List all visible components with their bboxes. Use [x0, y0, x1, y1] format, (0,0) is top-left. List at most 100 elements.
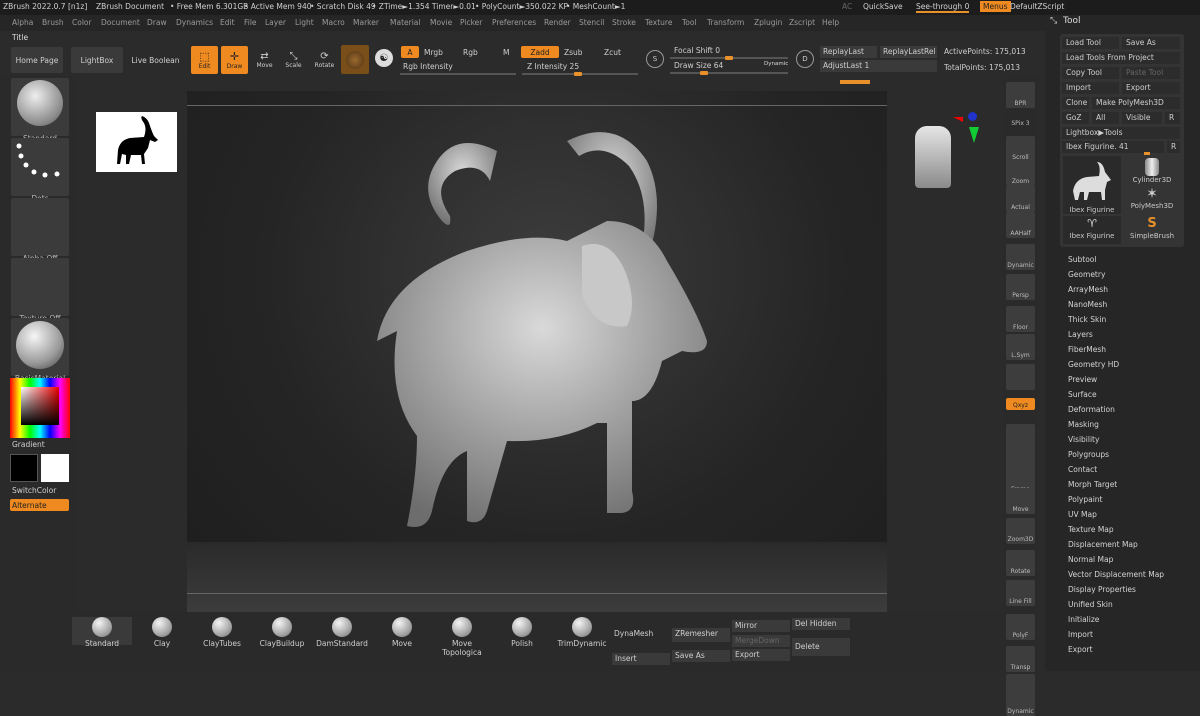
shelf-scroll-button[interactable]: Scroll	[1006, 136, 1035, 162]
tool-item-uv-map[interactable]: UV Map	[1068, 510, 1097, 519]
tool-item-masking[interactable]: Masking	[1068, 420, 1099, 429]
menu-light[interactable]: Light	[295, 18, 314, 27]
tool-item-polygroups[interactable]: Polygroups	[1068, 450, 1109, 459]
goz-button[interactable]: GoZ	[1062, 112, 1089, 124]
load-tools-from-project-button[interactable]: Load Tools From Project	[1062, 52, 1180, 64]
draw-size-thumb[interactable]	[700, 71, 708, 75]
shelf-bpr-button[interactable]: BPR	[1006, 82, 1035, 108]
shelf-qxyz-button[interactable]: Qxyz	[1006, 398, 1035, 410]
menu-material[interactable]: Material	[390, 18, 420, 27]
a-button[interactable]: A	[401, 46, 419, 58]
zadd-button[interactable]: Zadd	[521, 46, 559, 58]
tool-item-geometry-hd[interactable]: Geometry HD	[1068, 360, 1119, 369]
tool-thumb-cylinder[interactable]: Cylinder3D	[1124, 156, 1180, 186]
default-zscript[interactable]: DefaultZScript	[1010, 2, 1064, 11]
texture-selector[interactable]: Texture Off	[11, 258, 69, 323]
draw-button[interactable]: ✛ Draw	[221, 46, 248, 74]
menu-draw[interactable]: Draw	[147, 18, 167, 27]
load-tool-button[interactable]: Load Tool	[1062, 37, 1119, 49]
alpha-selector[interactable]: Alpha Off	[11, 198, 69, 263]
tool-item-deformation[interactable]: Deformation	[1068, 405, 1115, 414]
rgb-button[interactable]: Rgb	[463, 48, 478, 57]
focal-s-icon[interactable]: S	[646, 50, 664, 68]
menu-zscript[interactable]: Zscript	[789, 18, 815, 27]
live-boolean-button[interactable]: Live Boolean	[128, 47, 183, 73]
scale-button[interactable]: ⤡ Scale	[280, 46, 307, 74]
tool-item-fibermesh[interactable]: FiberMesh	[1068, 345, 1106, 354]
zremesher-button[interactable]: ZRemesher	[672, 628, 730, 642]
tool-item-thick-skin[interactable]: Thick Skin	[1068, 315, 1106, 324]
save-as-button[interactable]: Save As	[1122, 37, 1180, 49]
shelf-view-tool-button[interactable]	[1006, 364, 1035, 390]
insert-button[interactable]: Insert	[612, 653, 670, 665]
z-intensity-slider[interactable]: Z Intensity 25	[527, 62, 579, 71]
primary-color-swatch[interactable]	[10, 454, 38, 482]
brush-polish[interactable]: Polish	[492, 617, 552, 648]
copy-tool-button[interactable]: Copy Tool	[1062, 67, 1119, 79]
draw-size-track[interactable]	[670, 71, 788, 75]
brush-claytubes[interactable]: ClayTubes	[192, 617, 252, 648]
tool-item-morph-target[interactable]: Morph Target	[1068, 480, 1117, 489]
make-polymesh3d-button[interactable]: Make PolyMesh3D	[1092, 97, 1180, 109]
del-hidden-button[interactable]: Del Hidden	[792, 618, 850, 630]
shelf-spix-3-button[interactable]: SPix 3	[1006, 116, 1035, 128]
switch-color-button[interactable]: SwitchColor	[12, 486, 56, 495]
tool-item-geometry[interactable]: Geometry	[1068, 270, 1105, 279]
replay-last-button[interactable]: ReplayLast	[820, 46, 877, 58]
current-tool-thumb[interactable]	[1144, 152, 1150, 155]
lightbox-button[interactable]: LightBox	[71, 47, 123, 73]
shelf-persp-button[interactable]: Persp	[1006, 274, 1035, 300]
alternate-button[interactable]: Alternate	[10, 499, 69, 511]
clone-button[interactable]: Clone	[1062, 97, 1089, 109]
menu-color[interactable]: Color	[72, 18, 92, 27]
menu-texture[interactable]: Texture	[645, 18, 672, 27]
tool-pin-icon[interactable]: ⤡	[1050, 16, 1057, 26]
tool-item-texture-map[interactable]: Texture Map	[1068, 525, 1114, 534]
tool-item-import[interactable]: Import	[1068, 630, 1093, 639]
tool-thumb-ibex-small[interactable]: ♈ Ibex Figurine	[1063, 216, 1121, 244]
menu-document[interactable]: Document	[101, 18, 140, 27]
tool-thumb-polymesh[interactable]: ✶ PolyMesh3D	[1124, 186, 1180, 216]
ibex-model[interactable]	[187, 91, 887, 612]
shelf-dynamic-button[interactable]: Dynamic	[1006, 244, 1035, 270]
material-preview-button[interactable]	[341, 45, 369, 74]
move-button[interactable]: ⇄ Move	[251, 46, 278, 74]
see-through-slider[interactable]: See-through 0	[916, 2, 970, 13]
home-page-button[interactable]: Home Page	[11, 47, 63, 73]
brush-move[interactable]: Move	[372, 617, 432, 648]
mrgb-button[interactable]: Mrgb	[424, 48, 443, 57]
menu-dynamics[interactable]: Dynamics	[176, 18, 213, 27]
lightbox-tools-button[interactable]: Lightbox▶Tools	[1062, 127, 1180, 139]
tool-item-nanomesh[interactable]: NanoMesh	[1068, 300, 1107, 309]
material-selector[interactable]: BasicMaterial	[11, 318, 69, 383]
menu-transform[interactable]: Transform	[707, 18, 744, 27]
shelf-zoom-button[interactable]: Zoom	[1006, 160, 1035, 186]
m-button[interactable]: M	[503, 48, 509, 57]
z-intensity-thumb[interactable]	[574, 72, 582, 76]
import-button[interactable]: Import	[1062, 82, 1119, 94]
shelf-l-sym-button[interactable]: L.Sym	[1006, 334, 1035, 360]
tool-thumb-simplebrush[interactable]: S SimpleBrush	[1124, 216, 1180, 244]
shelf-move-button[interactable]: Move	[1006, 488, 1035, 514]
shelf-zoom3d-button[interactable]: Zoom3D	[1006, 518, 1035, 544]
z-intensity-track[interactable]	[522, 72, 638, 76]
tool-panel-title[interactable]: Tool	[1063, 16, 1080, 26]
tool-item-polypaint[interactable]: Polypaint	[1068, 495, 1103, 504]
menu-tool[interactable]: Tool	[682, 18, 697, 27]
shelf-rotate-button[interactable]: Rotate	[1006, 550, 1035, 576]
color-square[interactable]	[21, 387, 59, 425]
bottom-save-as-button[interactable]: Save As	[672, 650, 730, 662]
d-icon[interactable]: D	[796, 50, 814, 68]
viewport-canvas[interactable]	[187, 91, 979, 612]
menus-button[interactable]: Menus	[980, 1, 1011, 12]
focal-shift-slider[interactable]: Focal Shift 0	[674, 46, 720, 55]
dynamic-toggle[interactable]: Dynamic	[764, 61, 788, 67]
menu-macro[interactable]: Macro	[322, 18, 345, 27]
rotate-button[interactable]: ⟳ Rotate	[311, 46, 338, 74]
rgb-intensity-slider[interactable]: Rgb Intensity	[403, 62, 453, 71]
shelf-line-fill-button[interactable]: Line Fill	[1006, 580, 1035, 606]
menu-stroke[interactable]: Stroke	[612, 18, 636, 27]
draw-size-slider[interactable]: Draw Size 64	[674, 61, 723, 70]
brush-damstandard[interactable]: DamStandard	[312, 617, 372, 648]
menu-file[interactable]: File	[244, 18, 257, 27]
